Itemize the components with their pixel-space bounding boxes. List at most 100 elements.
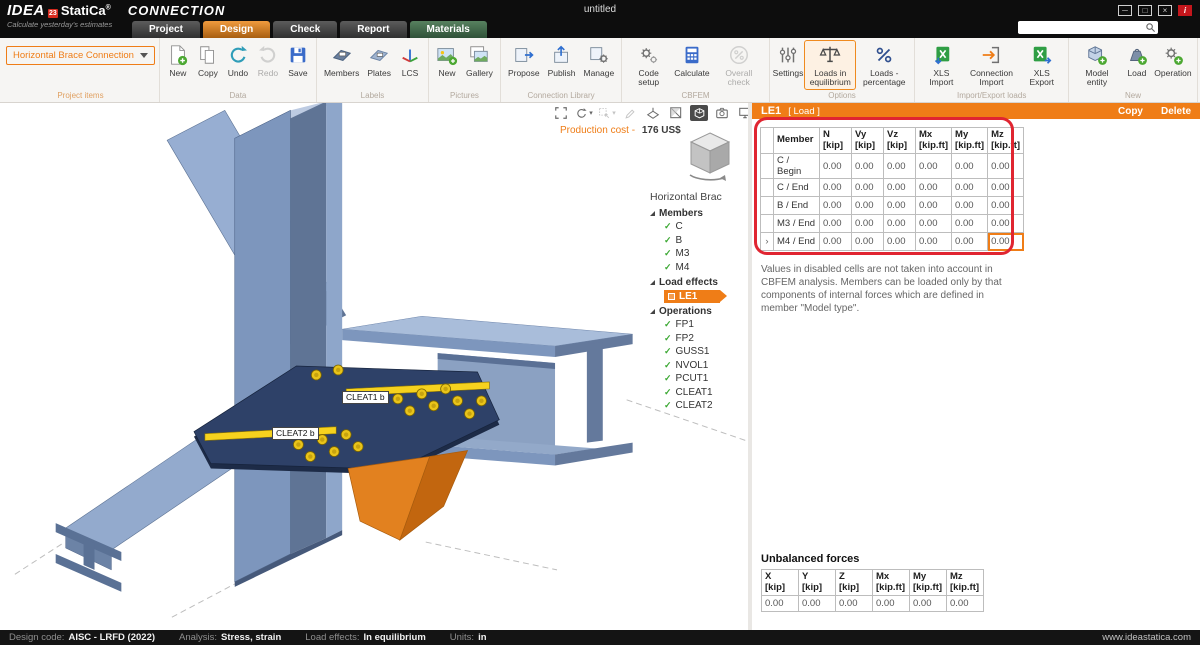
tree-item-op-pcut1[interactable]: ✓PCUT1 (650, 372, 746, 386)
app-name: CONNECTION (128, 3, 225, 18)
xls-export-button[interactable]: XLS Export (1019, 40, 1064, 90)
col-my: My[kip.ft] (952, 128, 988, 154)
table-row: B / End 0.00 0.00 0.00 0.00 0.00 0.00 (761, 197, 1024, 215)
status-load-effects: Load effects:In equilibrium (305, 632, 426, 643)
load-panel-header: LE1 [ Load ] Copy Delete (752, 103, 1200, 119)
check-icon: ✓ (664, 235, 672, 246)
check-icon: ✓ (664, 400, 672, 411)
percent-check-icon (728, 43, 750, 67)
delete-load-button[interactable]: Delete (1161, 106, 1191, 117)
tree-section-members[interactable]: Members (650, 206, 746, 220)
focused-cell[interactable]: 0.00 (988, 233, 1024, 251)
tree-item-member-m3[interactable]: ✓M3 (650, 247, 746, 261)
copy-load-button[interactable]: Copy (1118, 106, 1143, 117)
zoom-fit-icon[interactable] (552, 105, 570, 121)
undo-button[interactable]: Undo (224, 40, 252, 81)
cleat1-label: CLEAT1 b (342, 391, 389, 404)
display-settings-icon[interactable] (736, 105, 752, 121)
gallery-button[interactable]: Gallery (463, 40, 496, 81)
check-icon: ✓ (664, 248, 672, 259)
rotate-view-icon[interactable]: ▾ (575, 105, 593, 121)
tree-item-op-fp2[interactable]: ✓FP2 (650, 332, 746, 346)
percentage-icon (873, 43, 895, 67)
propose-button[interactable]: Propose (505, 40, 543, 81)
member-label-icon (331, 43, 353, 67)
info-button[interactable]: i (1178, 5, 1192, 16)
ribbon-group-import-export: XLS Import Connection Import XLS Export … (915, 38, 1069, 102)
check-icon: ✓ (664, 387, 672, 398)
labels-plates-button[interactable]: Plates (364, 40, 394, 81)
unbalanced-forces-title: Unbalanced forces (761, 553, 859, 565)
solid-view-icon[interactable] (690, 105, 708, 121)
manage-button[interactable]: Manage (581, 40, 618, 81)
xls-import-icon (930, 43, 952, 67)
check-icon: ✓ (664, 333, 672, 344)
publish-button[interactable]: Publish (545, 40, 579, 81)
balance-scale-icon (819, 43, 841, 67)
picture-icon (436, 43, 458, 67)
global-search-input[interactable] (1018, 22, 1145, 33)
tree-item-op-fp1[interactable]: ✓FP1 (650, 318, 746, 332)
save-button[interactable]: Save (284, 40, 312, 81)
col-z: Z[kip] (836, 570, 873, 596)
model-entity-button[interactable]: Model entity (1073, 40, 1121, 90)
code-setup-button[interactable]: Code setup (626, 40, 671, 90)
lcs-axes-icon (399, 43, 421, 67)
loads-in-equilibrium-button[interactable]: Loads in equilibrium (804, 40, 856, 90)
settings-button[interactable]: Settings (774, 40, 802, 81)
redo-button: Redo (254, 40, 282, 81)
tab-project[interactable]: Project (132, 21, 200, 38)
ribbon: Horizontal Brace Connection Project item… (0, 38, 1200, 103)
col-mx: Mx[kip.ft] (873, 570, 910, 596)
tree-item-op-cleat2[interactable]: ✓CLEAT2 (650, 399, 746, 413)
minimize-button[interactable]: ─ (1118, 5, 1132, 16)
tree-section-load-effects[interactable]: Load effects (650, 275, 746, 289)
redo-icon (257, 43, 279, 67)
tree-item-member-b[interactable]: ✓B (650, 234, 746, 248)
column-member (235, 103, 342, 587)
navigation-cube[interactable] (682, 127, 738, 185)
picture-new-button[interactable]: New (433, 40, 461, 81)
xls-import-button[interactable]: XLS Import (919, 40, 963, 90)
tab-report[interactable]: Report (340, 21, 406, 38)
operation-new-button[interactable]: Operation (1153, 40, 1193, 81)
ribbon-group-labels: Members Plates LCS Labels (317, 38, 429, 102)
calculate-button[interactable]: Calculate (673, 40, 711, 81)
tab-design[interactable]: Design (203, 21, 270, 38)
tree-item-op-nvol1[interactable]: ✓NVOL1 (650, 359, 746, 373)
weight-plus-icon (1126, 43, 1148, 67)
edit-icon (621, 105, 639, 121)
copy-icon (197, 43, 219, 67)
title-bar: IDEA 23 StatiCa® CONNECTION Calculate ye… (0, 0, 1200, 38)
labels-members-button[interactable]: Members (321, 40, 362, 81)
tree-item-member-m4[interactable]: ✓M4 (650, 261, 746, 275)
ribbon-group-project-items: Horizontal Brace Connection Project item… (2, 38, 160, 102)
website-link[interactable]: www.ideastatica.com (1102, 632, 1191, 643)
tab-materials[interactable]: Materials (410, 21, 487, 38)
labels-lcs-button[interactable]: LCS (396, 40, 424, 81)
workplane-icon[interactable] (644, 105, 662, 121)
connection-import-button[interactable]: Connection Import (965, 40, 1017, 90)
close-button[interactable]: × (1158, 5, 1172, 16)
ribbon-group-label: Labels (321, 90, 424, 102)
tree-item-member-c[interactable]: ✓C (650, 220, 746, 234)
loads-percentage-button[interactable]: Loads - percentage (858, 40, 910, 90)
maximize-button[interactable]: □ (1138, 5, 1152, 16)
3d-scene[interactable] (0, 103, 748, 630)
new-file-icon (167, 43, 189, 67)
tab-check[interactable]: Check (273, 21, 337, 38)
col-my: My[kip.ft] (910, 570, 947, 596)
load-new-button[interactable]: Load (1123, 40, 1151, 81)
new-button[interactable]: New (164, 40, 192, 81)
tree-section-operations[interactable]: Operations (650, 304, 746, 318)
tree-item-le1-selected[interactable]: LE1 (664, 290, 720, 303)
viewport-3d[interactable]: ▾ ▾ Production cost - 176 US$ CLEA (0, 103, 752, 630)
tree-item-op-cleat1[interactable]: ✓CLEAT1 (650, 386, 746, 400)
tree-item-op-guss1[interactable]: ✓GUSS1 (650, 345, 746, 359)
search-icon[interactable] (1145, 22, 1156, 33)
connection-item-selector[interactable]: Horizontal Brace Connection (6, 46, 155, 65)
copy-button[interactable]: Copy (194, 40, 222, 81)
ribbon-group-label: Connection Library (505, 90, 617, 102)
section-view-icon[interactable] (667, 105, 685, 121)
camera-icon[interactable] (713, 105, 731, 121)
